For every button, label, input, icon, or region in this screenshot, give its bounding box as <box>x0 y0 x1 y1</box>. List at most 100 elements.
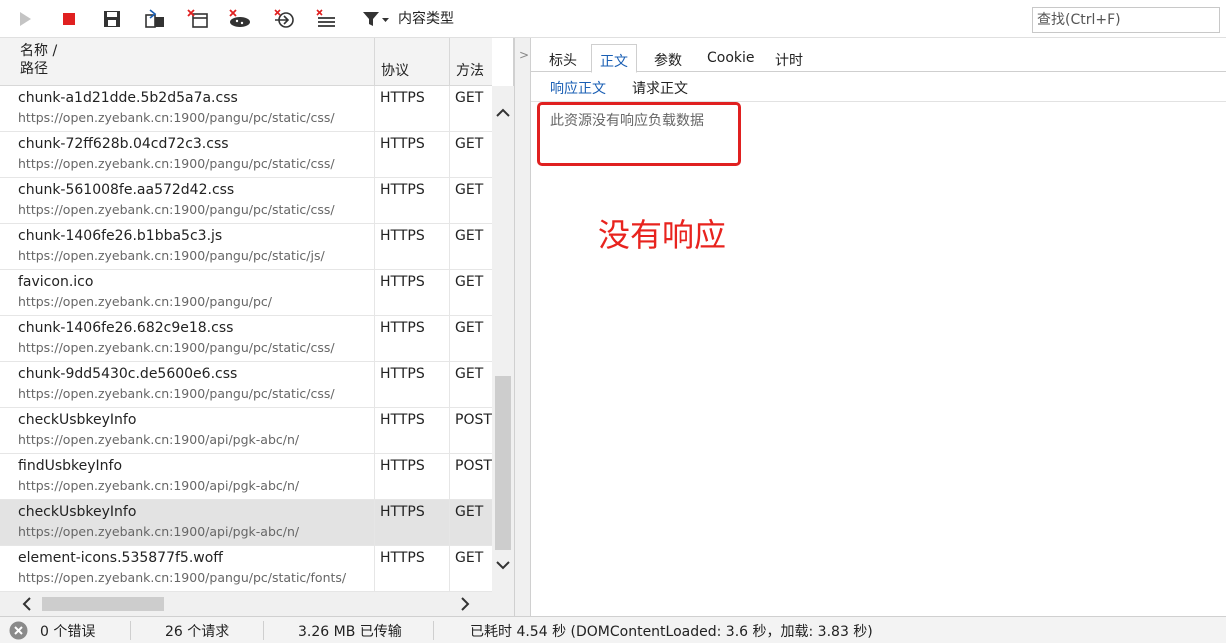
cell-name: chunk-a1d21dde.5b2d5a7a.css https://open.… <box>0 86 375 132</box>
request-path: https://open.zyebank.cn:1900/pangu/pc/st… <box>18 156 335 171</box>
clear-entries-icon[interactable] <box>313 6 339 32</box>
request-name: findUsbkeyInfo <box>18 458 123 474</box>
cell-method: POST <box>455 412 492 428</box>
cell-protocol: HTTPS <box>375 316 450 362</box>
cell-method: GET <box>455 136 484 152</box>
table-row-selected[interactable]: checkUsbkeyInfo https://open.zyebank.cn:1… <box>0 500 492 546</box>
stop-icon[interactable] <box>56 6 82 32</box>
detail-pane: 标头 正文 参数 Cookie 计时 响应正文 请求正文 此资源没有响应负载数据… <box>531 38 1226 616</box>
tab-body[interactable]: 正文 <box>591 44 637 73</box>
column-header-name-line2: 路径 <box>20 61 48 77</box>
cell-method: GET <box>455 228 484 244</box>
clear-cache-icon[interactable] <box>185 6 211 32</box>
cell-method: GET <box>455 274 484 290</box>
timing-summary: 已耗时 4.54 秒 (DOMContentLoaded: 3.6 秒，加载: … <box>470 624 873 640</box>
request-name: checkUsbkeyInfo <box>18 412 137 428</box>
cell-method: GET <box>455 182 484 198</box>
tab-headers[interactable]: 标头 <box>541 44 585 72</box>
cell-method: GET <box>455 366 484 382</box>
table-row[interactable]: chunk-9dd5430c.de5600e6.css https://open.… <box>0 362 492 408</box>
content-type-filter-label[interactable]: 内容类型 <box>398 8 454 28</box>
cell-protocol: HTTPS <box>375 500 450 546</box>
cell-name: checkUsbkeyInfo https://open.zyebank.cn:1… <box>0 500 375 546</box>
request-name: chunk-561008fe.aa572d42.css <box>18 182 235 198</box>
cell-name: chunk-1406fe26.682c9e18.css https://open.… <box>0 316 375 362</box>
request-path: https://open.zyebank.cn:1900/pangu/pc/st… <box>18 570 347 585</box>
request-name: chunk-1406fe26.682c9e18.css <box>18 320 234 336</box>
vertical-scrollbar[interactable] <box>492 86 514 592</box>
scroll-up-icon[interactable] <box>492 102 514 124</box>
navigate-icon[interactable] <box>271 6 297 32</box>
subtab-response-body[interactable]: 响应正文 <box>550 78 606 98</box>
request-path: https://open.zyebank.cn:1900/pangu/pc/st… <box>18 386 335 401</box>
scroll-left-icon[interactable] <box>16 593 38 615</box>
tab-cookie[interactable]: Cookie <box>699 44 763 72</box>
request-count: 26 个请求 <box>165 624 230 640</box>
cell-name: favicon.ico https://open.zyebank.cn:1900/… <box>0 270 375 316</box>
table-row[interactable]: findUsbkeyInfo https://open.zyebank.cn:19… <box>0 454 492 500</box>
status-divider <box>130 621 131 640</box>
request-name: chunk-1406fe26.b1bba5c3.js <box>18 228 223 244</box>
error-icon[interactable] <box>9 621 28 640</box>
cell-protocol: HTTPS <box>375 270 450 316</box>
search-input[interactable] <box>1032 7 1220 33</box>
cell-method: POST <box>455 458 492 474</box>
detail-tabs: 标头 正文 参数 Cookie 计时 <box>531 38 1226 73</box>
cell-protocol: HTTPS <box>375 132 450 178</box>
request-name: chunk-72ff628b.04cd72c3.css <box>18 136 229 152</box>
table-row[interactable]: element-icons.535877f5.woff https://open.… <box>0 546 492 592</box>
table-row[interactable]: chunk-1406fe26.b1bba5c3.js https://open.z… <box>0 224 492 270</box>
vertical-scroll-thumb[interactable] <box>495 376 511 550</box>
request-rows: chunk-a1d21dde.5b2d5a7a.css https://open.… <box>0 86 492 592</box>
request-name: chunk-9dd5430c.de5600e6.css <box>18 366 238 382</box>
table-row[interactable]: chunk-72ff628b.04cd72c3.css https://open.… <box>0 132 492 178</box>
status-divider <box>263 621 264 640</box>
save-icon[interactable] <box>99 6 125 32</box>
subtab-request-body[interactable]: 请求正文 <box>632 78 688 98</box>
request-name: element-icons.535877f5.woff <box>18 550 223 566</box>
cell-name: findUsbkeyInfo https://open.zyebank.cn:19… <box>0 454 375 500</box>
export-har-icon[interactable] <box>142 6 168 32</box>
filter-icon[interactable] <box>360 6 392 32</box>
request-list-pane: 名称 / 路径 协议 方法 chunk-a1d21dde.5b2d5a7a.cs… <box>0 38 514 616</box>
cell-name: chunk-561008fe.aa572d42.css https://open.… <box>0 178 375 224</box>
request-name: chunk-a1d21dde.5b2d5a7a.css <box>18 90 238 106</box>
table-row[interactable]: checkUsbkeyInfo https://open.zyebank.cn:1… <box>0 408 492 454</box>
cell-method: GET <box>455 504 484 520</box>
cell-name: checkUsbkeyInfo https://open.zyebank.cn:1… <box>0 408 375 454</box>
tab-parameters[interactable]: 参数 <box>646 44 690 72</box>
column-header-name-line1: 名称 / <box>20 43 58 59</box>
status-divider <box>433 621 434 640</box>
column-header-name[interactable]: 名称 / 路径 <box>0 38 375 86</box>
request-path: https://open.zyebank.cn:1900/pangu/pc/ <box>18 294 272 309</box>
body-subtabs: 响应正文 请求正文 <box>531 72 1226 102</box>
scroll-right-icon[interactable] <box>454 593 476 615</box>
toolbar: 内容类型 <box>0 0 1226 38</box>
table-row[interactable]: favicon.ico https://open.zyebank.cn:1900/… <box>0 270 492 316</box>
play-icon[interactable] <box>12 6 38 32</box>
horizontal-scroll-thumb[interactable] <box>42 597 164 611</box>
tab-timing[interactable]: 计时 <box>767 44 811 72</box>
scrollbar-corner <box>492 592 514 616</box>
collapse-chevron-icon[interactable]: > <box>519 48 529 62</box>
request-path: https://open.zyebank.cn:1900/api/pgk-abc… <box>18 524 300 539</box>
horizontal-scrollbar[interactable] <box>0 592 492 616</box>
error-count[interactable]: 0 个错误 <box>40 621 95 641</box>
table-row[interactable]: chunk-561008fe.aa572d42.css https://open.… <box>0 178 492 224</box>
column-header-protocol[interactable]: 协议 <box>375 38 450 86</box>
table-row[interactable]: chunk-a1d21dde.5b2d5a7a.css https://open.… <box>0 86 492 132</box>
clear-cookies-icon[interactable] <box>227 6 253 32</box>
column-header-method[interactable]: 方法 <box>450 38 492 86</box>
pane-splitter[interactable]: > <box>514 38 531 616</box>
cell-method: GET <box>455 90 484 106</box>
request-path: https://open.zyebank.cn:1900/api/pgk-abc… <box>18 478 300 493</box>
cell-protocol: HTTPS <box>375 546 450 592</box>
request-path: https://open.zyebank.cn:1900/pangu/pc/st… <box>18 110 335 125</box>
cell-protocol: HTTPS <box>375 454 450 500</box>
cell-protocol: HTTPS <box>375 362 450 408</box>
request-path: https://open.zyebank.cn:1900/pangu/pc/st… <box>18 248 325 263</box>
request-name: favicon.ico <box>18 274 94 290</box>
cell-protocol: HTTPS <box>375 86 450 132</box>
scroll-down-icon[interactable] <box>492 554 514 576</box>
table-row[interactable]: chunk-1406fe26.682c9e18.css https://open.… <box>0 316 492 362</box>
